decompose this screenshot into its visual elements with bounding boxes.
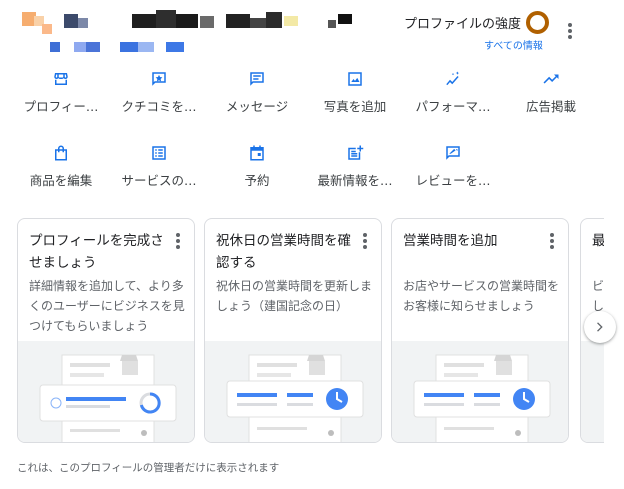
suggestion-card[interactable]: 営業時間を追加 お店やサービスの営業時間をお客様に知らせましょう: [391, 218, 569, 443]
calendar-icon: [250, 145, 264, 161]
action-label: 写真を追加: [323, 99, 387, 114]
hours-illustration: [392, 341, 568, 442]
card-illustration: [581, 341, 604, 442]
list-icon: [152, 146, 166, 160]
photo-icon: [348, 72, 362, 86]
action-bookings[interactable]: 予約: [208, 144, 306, 190]
action-add-update[interactable]: 最新情報を…: [306, 144, 404, 190]
business-name-redacted: [22, 10, 362, 54]
action-label: パフォーマ…: [415, 99, 491, 114]
action-label: 広告掲載: [525, 99, 576, 114]
more-options-icon[interactable]: [173, 233, 183, 251]
post-add-icon: [348, 145, 364, 160]
card-title: 最: [592, 230, 604, 252]
card-description: 祝休日の営業時間を更新しましょう（建国記念の日）: [216, 279, 373, 313]
admin-only-note: これは、このプロフィールの管理者だけに表示されます: [17, 462, 280, 474]
action-review[interactable]: レビューを…: [404, 144, 502, 190]
more-options-icon[interactable]: [562, 23, 578, 43]
suggestion-card[interactable]: 祝休日の営業時間を確認する 祝休日の営業時間を更新しましょう（建国記念の日）: [204, 218, 382, 443]
profile-strength-label: プロファイルの強度: [404, 17, 522, 32]
suggestion-card[interactable]: プロフィールを完成させましょう 詳細情報を追加して、より多くのユーザーにビジネス…: [17, 218, 195, 443]
card-description: ビ し: [592, 279, 604, 313]
message-icon: [250, 72, 264, 86]
action-edit-products[interactable]: 商品を編集: [12, 144, 110, 190]
more-options-icon[interactable]: [360, 233, 370, 251]
action-ads[interactable]: 広告掲載: [502, 70, 600, 116]
action-services[interactable]: サービスの…: [110, 144, 208, 190]
action-label: 商品を編集: [29, 173, 93, 188]
action-label: 最新情報を…: [317, 173, 393, 188]
chevron-right-icon: [597, 322, 603, 332]
storefront-icon: [54, 73, 68, 85]
suggestion-carousel: プロフィールを完成させましょう 詳細情報を追加して、より多くのユーザーにビジネス…: [17, 218, 604, 444]
hours-illustration: [205, 341, 381, 442]
card-title: 営業時間を追加: [403, 233, 498, 249]
action-profile[interactable]: プロフィー…: [12, 70, 110, 116]
trending-up-icon: [543, 74, 559, 84]
carousel-next-button[interactable]: [584, 311, 616, 343]
action-messages[interactable]: メッセージ: [208, 70, 306, 116]
action-add-photo[interactable]: 写真を追加: [306, 70, 404, 116]
more-options-icon[interactable]: [547, 233, 557, 251]
card-title: プロフィールを完成させましょう: [29, 233, 164, 271]
shopping-bag-icon: [55, 145, 67, 161]
all-info-link[interactable]: すべての情報: [484, 37, 543, 52]
card-description: お店やサービスの営業時間をお客様に知らせましょう: [403, 279, 560, 313]
action-label: メッセージ: [225, 99, 289, 114]
action-performance[interactable]: パフォーマ…: [404, 70, 502, 116]
action-reviews[interactable]: クチコミを…: [110, 70, 208, 116]
star-review-icon: [152, 72, 166, 86]
profile-header: プロファイルの強度 すべての情報: [0, 0, 624, 60]
performance-icon: [446, 71, 460, 86]
profile-strength-ring-icon: [526, 11, 549, 34]
action-label: プロフィー…: [23, 99, 99, 114]
card-title: 祝休日の営業時間を確認する: [216, 233, 351, 271]
profile-illustration: [18, 341, 194, 442]
action-label: 予約: [244, 173, 270, 188]
rate-review-icon: [446, 146, 460, 160]
action-label: クチコミを…: [121, 99, 197, 114]
action-label: レビューを…: [415, 173, 491, 188]
action-label: サービスの…: [121, 173, 197, 188]
card-description: 詳細情報を追加して、より多くのユーザーにビジネスを見つけてもらいましょう: [29, 279, 185, 333]
